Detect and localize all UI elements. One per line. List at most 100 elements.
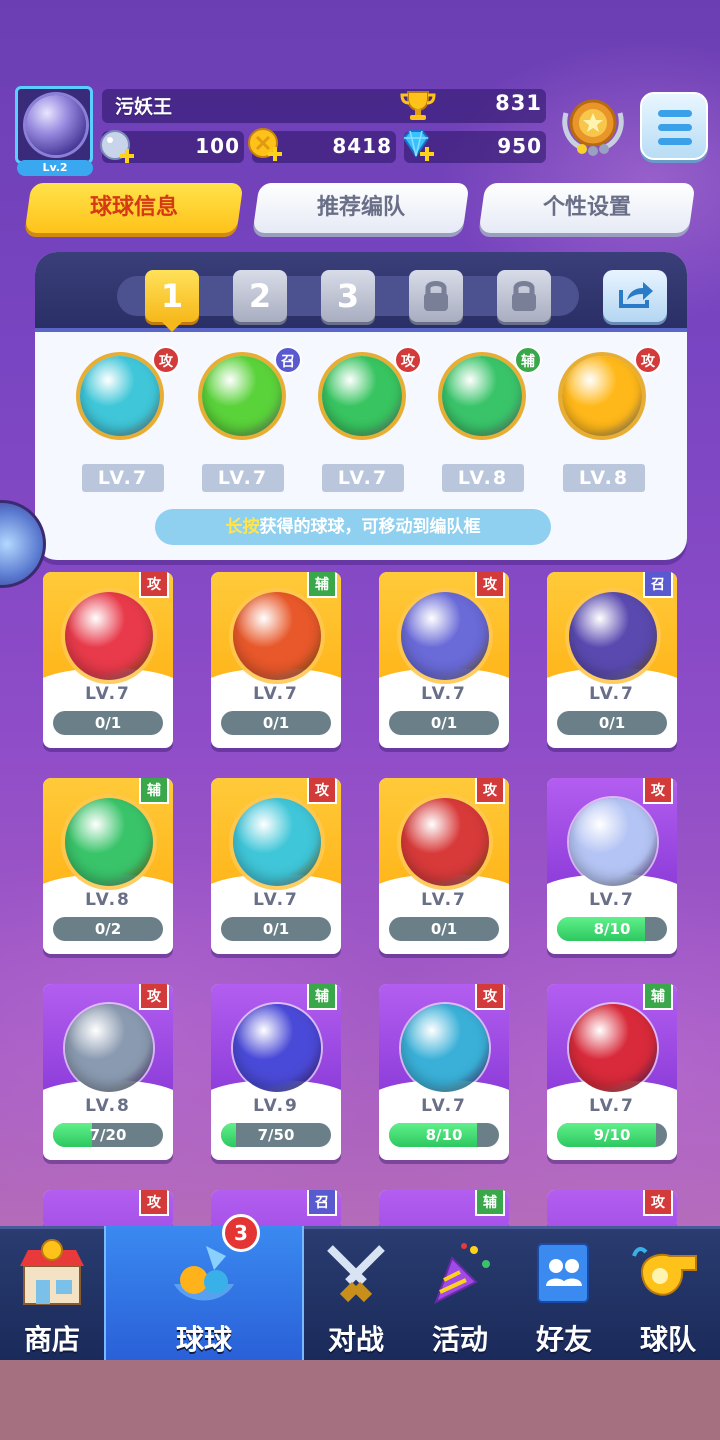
progress-text: 0/1 [94,714,122,732]
card-level: LV.7 [421,1096,467,1116]
upgrade-progress-bar: 0/1 [557,711,667,735]
role-tag: 攻 [152,346,180,374]
ball-card[interactable]: 辅 LV.7 0/1 [211,572,341,748]
ball-card[interactable]: 辅 LV.7 9/10 [547,984,677,1160]
ball-card[interactable]: 攻 LV.7 0/1 [211,778,341,954]
ball-card[interactable]: 攻 LV.7 8/10 [379,984,509,1160]
ball-card-partial[interactable]: 攻 [43,1190,173,1230]
tab-recommended-team[interactable]: 推荐编队 [252,183,470,233]
tab-personal-settings[interactable]: 个性设置 [478,183,696,233]
friends-book-icon [537,1243,589,1303]
role-tag: 攻 [139,572,169,598]
team-slot-2[interactable]: 2 [233,270,287,322]
ball-card-partial[interactable]: 辅 [379,1190,509,1230]
crossed-swords-icon [327,1245,385,1303]
slot-pointer [162,322,182,332]
nav-label: 好友 [535,1323,592,1356]
progress-text: 0/1 [262,920,290,938]
ball-card[interactable]: 攻 LV.7 8/10 [547,778,677,954]
nav-item-3[interactable]: 活动 [408,1226,512,1360]
nav-item-2[interactable]: 对战 [304,1226,408,1360]
role-tag: 攻 [394,346,422,374]
team-ball-level: LV.8 [442,464,524,492]
card-level: LV.7 [85,684,131,704]
role-tag: 攻 [643,778,673,804]
team-slot-locked-4[interactable] [409,270,463,322]
ball-card[interactable]: 辅 LV.9 7/50 [211,984,341,1160]
nav-item-4[interactable]: 好友 [512,1226,616,1360]
nav-item-0[interactable]: 商店 [0,1226,104,1360]
ball-card[interactable]: 攻 LV.7 0/1 [43,572,173,748]
pixel-ball-icon [401,592,489,680]
team-ball-5[interactable]: 攻 [552,346,662,444]
team-ball-1[interactable]: 攻 [70,346,180,444]
role-tag: 攻 [634,346,662,374]
team-ball-4[interactable]: 辅 [432,346,542,444]
upgrade-progress-bar: 7/50 [221,1123,331,1147]
team-ball-level: LV.7 [202,464,284,492]
nav-item-5[interactable]: 球队 [616,1226,720,1360]
role-tag: 攻 [139,984,169,1010]
coin-value: 8418 [332,134,392,158]
star-arrow-ball-icon [65,798,153,886]
nav-item-1[interactable]: 球球 [104,1226,304,1360]
player-avatar[interactable] [15,86,93,164]
role-tag: 攻 [475,572,505,598]
team-slot-locked-5[interactable] [497,270,551,322]
ball-card[interactable]: 召 LV.7 0/1 [547,572,677,748]
role-tag: 召 [274,346,302,374]
team-slot-3[interactable]: 3 [321,270,375,322]
progress-text: 0/1 [430,714,458,732]
tab-ball-info[interactable]: 球球信息 [24,183,244,233]
role-tag: 辅 [307,984,337,1010]
team-ball-2[interactable]: 召 [192,346,302,444]
coin-add-icon[interactable] [246,126,284,164]
card-level: LV.7 [421,684,467,704]
team-ball-3[interactable]: 攻 [312,346,422,444]
whistle-icon [632,1247,697,1296]
progress-text: 0/1 [430,920,458,938]
stamina-value: 100 [195,134,240,158]
progress-text: 9/10 [593,1126,631,1144]
ball-card[interactable]: 攻 LV.8 7/20 [43,984,173,1160]
role-tag: 召 [307,1190,337,1216]
balls-notification-badge: 3 [222,1214,260,1252]
phoenix-ball-icon [233,592,321,680]
progress-text: 7/50 [257,1126,295,1144]
ball-card[interactable]: 辅 LV.8 0/2 [43,778,173,954]
ball-card-partial[interactable]: 攻 [547,1190,677,1230]
role-tag: 辅 [307,572,337,598]
card-level: LV.8 [85,890,131,910]
card-level: LV.7 [589,684,635,704]
card-level: LV.7 [253,684,299,704]
nav-label: 球队 [639,1323,696,1356]
tornado-ball-icon [233,798,321,886]
swirl-ball-icon [65,1004,153,1092]
share-button[interactable] [603,270,667,322]
player-name: 污妖王 [115,96,173,118]
upgrade-progress-bar: 9/10 [557,1123,667,1147]
role-tag: 辅 [139,778,169,804]
ball-card[interactable]: 攻 LV.7 0/1 [379,778,509,954]
role-tag: 攻 [307,778,337,804]
role-tag: 攻 [139,1190,169,1216]
diamond-add-icon[interactable] [398,126,436,164]
stamina-add-icon[interactable] [98,128,136,166]
party-popper-icon [434,1243,490,1305]
upgrade-progress-bar: 7/20 [53,1123,163,1147]
fang-ball-icon [569,1004,657,1092]
progress-text: 0/1 [262,714,290,732]
menu-button[interactable] [640,92,708,160]
rank-badge-icon[interactable] [560,93,626,159]
progress-text: 0/2 [94,920,122,938]
skull-ball-icon [322,356,402,436]
trophy-icon [400,91,436,120]
team-panel-header: 1 2 3 [35,252,687,332]
bubble-ball-icon [569,798,657,886]
team-ball-level: LV.7 [322,464,404,492]
upgrade-progress-bar: 8/10 [389,1123,499,1147]
team-slot-1[interactable]: 1 [145,270,199,322]
upgrade-progress-bar: 0/1 [221,711,331,735]
ball-card[interactable]: 攻 LV.7 0/1 [379,572,509,748]
upgrade-progress-bar: 0/1 [389,917,499,941]
